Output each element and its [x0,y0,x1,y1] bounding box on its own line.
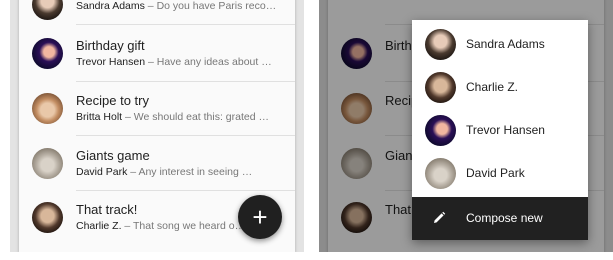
list-item-subtitle: Trevor Hansen – Have any ideas about … [76,56,272,68]
list-item-title: That track! [76,202,138,217]
compose-new-label: Compose new [466,211,543,225]
list-item-subtitle: David Park – Any interest in seeing … [76,166,253,178]
avatar [425,115,456,146]
pencil-icon [434,211,446,223]
plus-icon: + [252,202,268,232]
avatar [32,202,63,233]
avatar [32,0,63,20]
compose-contact-menu: Sandra Adams Charlie Z. Trevor Hansen Da… [412,20,588,240]
list-item[interactable]: Recipe to try Britta Holt – We should ea… [19,82,295,137]
list-item-subtitle: Britta Holt – We should eat this: grated… [76,111,269,123]
menu-item-sandra-adams[interactable]: Sandra Adams [412,23,588,66]
avatar [32,148,63,179]
divider [76,24,295,25]
avatar [32,38,63,69]
menu-item-label: Sandra Adams [466,37,545,51]
list-item-title: Recipe to try [76,93,149,108]
list-item-title: Giants game [76,148,150,163]
avatar [425,29,456,60]
list-item-title: Birthday gift [76,38,145,53]
menu-item-trevor-hansen[interactable]: Trevor Hansen [412,109,588,152]
list-item[interactable]: Birthday gift Trevor Hansen – Have any i… [19,27,295,82]
avatar [32,93,63,124]
compose-new-button[interactable]: Compose new [412,197,588,240]
avatar [425,72,456,103]
menu-item-label: Charlie Z. [466,80,519,94]
compose-fab-button[interactable]: + [238,195,282,239]
menu-item-label: Trevor Hansen [466,123,545,137]
menu-item-label: David Park [466,166,525,180]
list-item[interactable]: Giants game David Park – Any interest in… [19,137,295,192]
conversation-list: Sandra Adams – Do you have Paris reco… B… [19,0,295,252]
menu-open-panel: Birth Recip Giant That t Sandra Adams Ch… [319,0,613,252]
inbox-panel: Sandra Adams – Do you have Paris reco… B… [10,0,304,252]
avatar [425,158,456,189]
list-item-subtitle: Sandra Adams – Do you have Paris reco… [76,0,277,12]
menu-item-david-park[interactable]: David Park [412,152,588,195]
menu-item-charlie-z[interactable]: Charlie Z. [412,66,588,109]
divider [76,135,295,136]
